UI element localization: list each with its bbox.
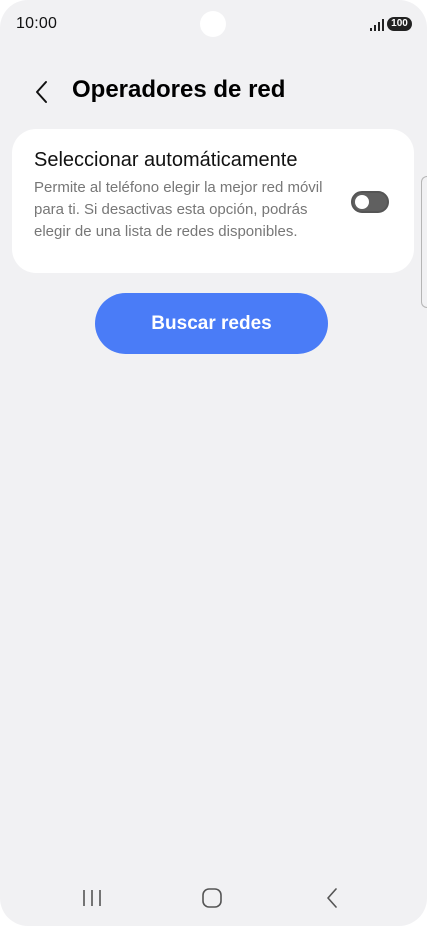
recent-apps-icon <box>83 890 101 906</box>
search-networks-button[interactable]: Buscar redes <box>95 293 328 354</box>
scroll-handle[interactable] <box>421 176 427 308</box>
front-camera <box>200 11 226 37</box>
auto-select-description: Permite al teléfono elegir la mejor red … <box>34 179 323 240</box>
signal-icon <box>370 18 384 31</box>
back-icon <box>327 888 337 908</box>
page-title: Operadores de red <box>72 76 286 103</box>
navigation-bar <box>0 870 427 926</box>
back-button[interactable] <box>28 76 56 108</box>
auto-select-toggle[interactable] <box>351 191 389 213</box>
nav-back-button[interactable] <box>316 884 348 912</box>
page-header: Operadores de red <box>0 62 427 122</box>
chevron-left-icon <box>36 81 47 103</box>
battery-icon: 100 <box>387 17 412 31</box>
recent-apps-button[interactable] <box>76 884 108 912</box>
status-time: 10:00 <box>16 15 58 32</box>
phone-screen: 10:00 100 Operadores de red Seleccionar … <box>0 0 427 926</box>
home-icon <box>202 888 222 908</box>
toggle-knob <box>355 195 369 209</box>
auto-select-title: Seleccionar automáticamente <box>34 149 298 171</box>
auto-select-card[interactable]: Seleccionar automáticamente Permite al t… <box>12 129 414 273</box>
status-bar: 10:00 100 <box>0 0 427 52</box>
home-button[interactable] <box>196 884 228 912</box>
